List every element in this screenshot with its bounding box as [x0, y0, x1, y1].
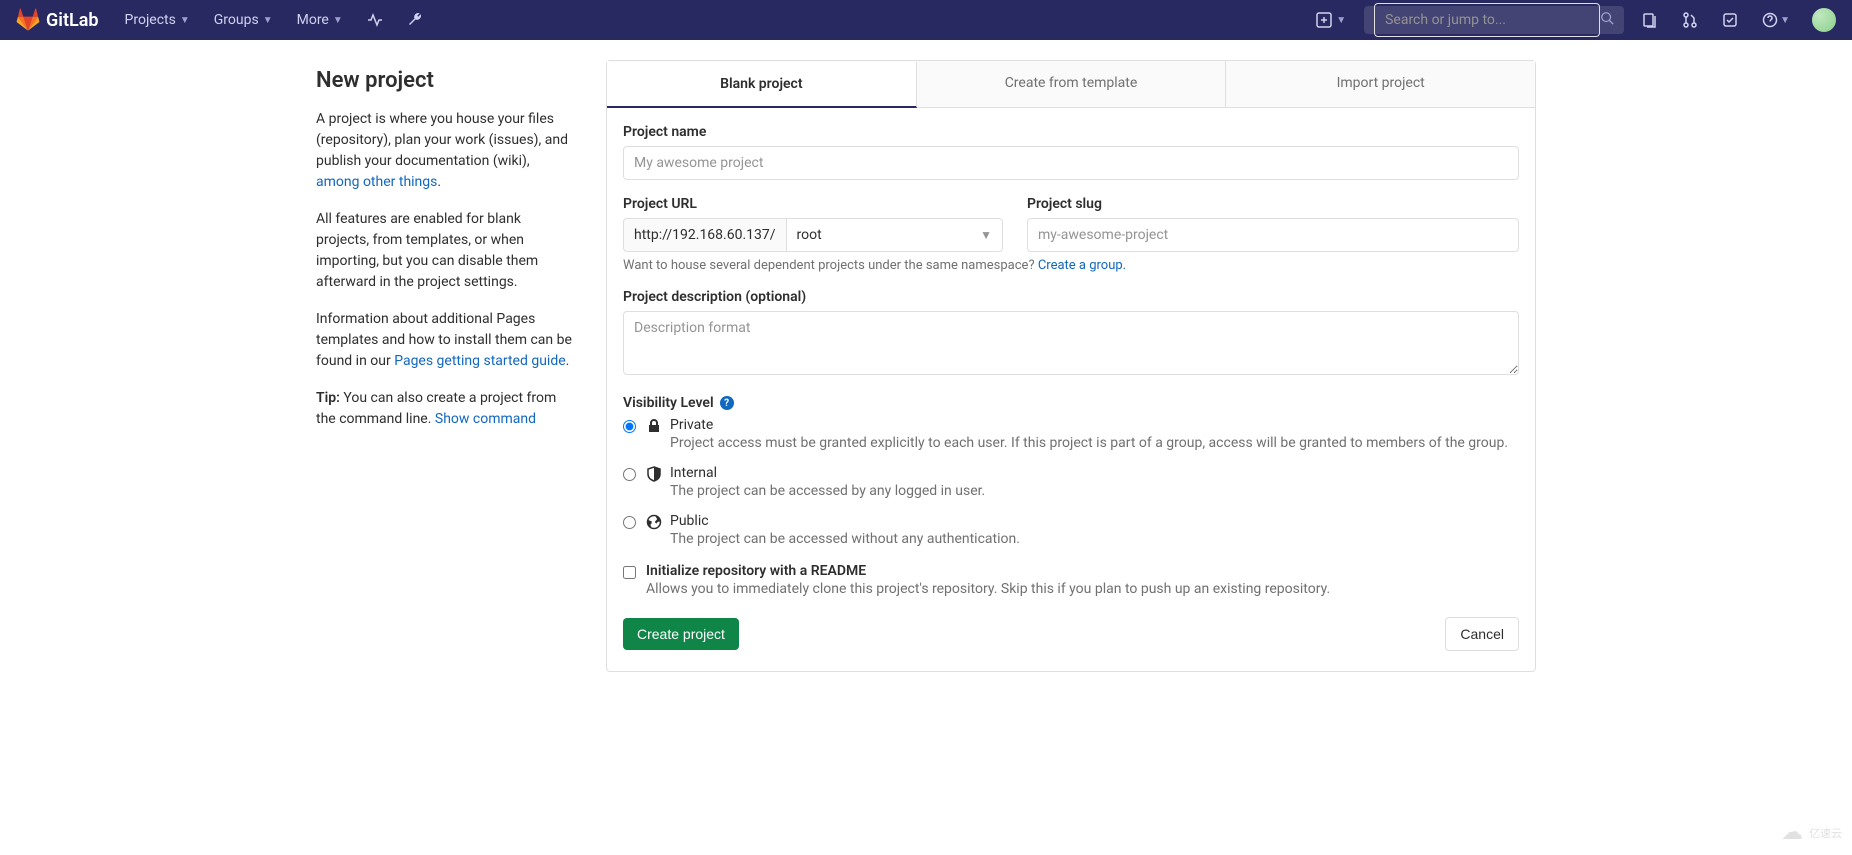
- cancel-button[interactable]: Cancel: [1445, 617, 1519, 651]
- project-slug-label: Project slug: [1027, 196, 1519, 212]
- namespace-hint: Want to house several dependent projects…: [623, 258, 1519, 273]
- visibility-internal-desc: The project can be accessed by any logge…: [670, 483, 985, 499]
- todos-icon[interactable]: [1712, 0, 1748, 40]
- shield-icon: [646, 466, 662, 486]
- new-project-form: Project name Project URL http://192.168.…: [607, 108, 1535, 671]
- visibility-radio-public[interactable]: [623, 516, 636, 529]
- sidebar-info: New project A project is where you house…: [316, 60, 576, 672]
- chevron-down-icon: ▼: [333, 15, 343, 26]
- top-navbar: GitLab Projects▼ Groups▼ More▼ ▼ ▼: [0, 0, 1852, 40]
- among-other-things-link[interactable]: among other things: [316, 174, 437, 190]
- tab-import-project[interactable]: Import project: [1226, 61, 1535, 107]
- main-panel: Blank project Create from template Impor…: [606, 60, 1536, 672]
- visibility-radio-internal[interactable]: [623, 468, 636, 481]
- project-url-label: Project URL: [623, 196, 1003, 212]
- tanuki-icon: [16, 8, 40, 32]
- initialize-readme-checkbox[interactable]: [623, 566, 636, 579]
- gitlab-logo[interactable]: GitLab: [16, 8, 99, 32]
- lock-icon: [646, 418, 662, 438]
- wrench-icon[interactable]: [397, 0, 433, 40]
- pages-guide-link[interactable]: Pages getting started guide: [394, 353, 565, 369]
- initialize-readme-desc: Allows you to immediately clone this pro…: [646, 581, 1330, 597]
- search-icon: [1600, 11, 1614, 29]
- chevron-down-icon: ▼: [263, 15, 273, 26]
- visibility-internal-title: Internal: [670, 465, 985, 481]
- tip-label: Tip:: [316, 390, 340, 406]
- visibility-option-public[interactable]: Public The project can be accessed witho…: [623, 513, 1519, 547]
- namespace-value: root: [797, 227, 822, 243]
- visibility-option-private[interactable]: Private Project access must be granted e…: [623, 417, 1519, 451]
- help-icon[interactable]: ▼: [1752, 0, 1800, 40]
- brand-text: GitLab: [46, 10, 99, 31]
- nav-more[interactable]: More▼: [287, 0, 353, 40]
- chevron-down-icon: ▼: [1780, 15, 1790, 26]
- issues-icon[interactable]: [1632, 0, 1668, 40]
- user-avatar[interactable]: [1812, 8, 1836, 32]
- show-command-link[interactable]: Show command: [435, 411, 536, 427]
- project-description-label: Project description (optional): [623, 289, 1519, 305]
- visibility-public-desc: The project can be accessed without any …: [670, 531, 1020, 547]
- project-slug-input[interactable]: [1027, 218, 1519, 252]
- create-group-link[interactable]: Create a group.: [1038, 258, 1126, 273]
- tabs: Blank project Create from template Impor…: [607, 61, 1535, 108]
- chevron-down-icon: ▼: [180, 15, 190, 26]
- search-input[interactable]: [1374, 3, 1600, 37]
- initialize-readme-title: Initialize repository with a README: [646, 563, 1330, 579]
- visibility-private-title: Private: [670, 417, 1508, 433]
- visibility-public-title: Public: [670, 513, 1020, 529]
- info-paragraph-2: All features are enabled for blank proje…: [316, 209, 576, 293]
- visibility-private-desc: Project access must be granted explicitl…: [670, 435, 1508, 451]
- merge-requests-icon[interactable]: [1672, 0, 1708, 40]
- search-box[interactable]: [1364, 6, 1624, 34]
- initialize-readme-option[interactable]: Initialize repository with a README Allo…: [623, 563, 1519, 597]
- chevron-down-icon: ▼: [980, 228, 992, 242]
- tip-paragraph: Tip: You can also create a project from …: [316, 388, 576, 430]
- tab-create-from-template[interactable]: Create from template: [917, 61, 1227, 107]
- cloud-icon: ☁: [1781, 820, 1803, 845]
- namespace-select[interactable]: root ▼: [786, 218, 1003, 252]
- chevron-down-icon: ▼: [1336, 15, 1346, 26]
- project-name-input[interactable]: [623, 146, 1519, 180]
- help-icon[interactable]: ?: [720, 396, 734, 410]
- globe-icon: [646, 514, 662, 534]
- visibility-level-label: Visibility Level: [623, 395, 714, 411]
- visibility-option-internal[interactable]: Internal The project can be accessed by …: [623, 465, 1519, 499]
- activity-icon[interactable]: [357, 0, 393, 40]
- tab-blank-project[interactable]: Blank project: [607, 62, 917, 108]
- nav-groups[interactable]: Groups▼: [204, 0, 283, 40]
- project-description-input[interactable]: [623, 311, 1519, 375]
- project-url-prefix: http://192.168.60.137/: [623, 218, 786, 252]
- info-paragraph-1: A project is where you house your files …: [316, 109, 576, 193]
- create-project-button[interactable]: Create project: [623, 618, 739, 650]
- page-title: New project: [316, 68, 576, 93]
- nav-projects[interactable]: Projects▼: [115, 0, 200, 40]
- plus-icon[interactable]: ▼: [1306, 0, 1356, 40]
- project-name-label: Project name: [623, 124, 1519, 140]
- info-paragraph-3: Information about additional Pages templ…: [316, 309, 576, 372]
- watermark: ☁ 亿速云: [1781, 820, 1842, 845]
- visibility-radio-private[interactable]: [623, 420, 636, 433]
